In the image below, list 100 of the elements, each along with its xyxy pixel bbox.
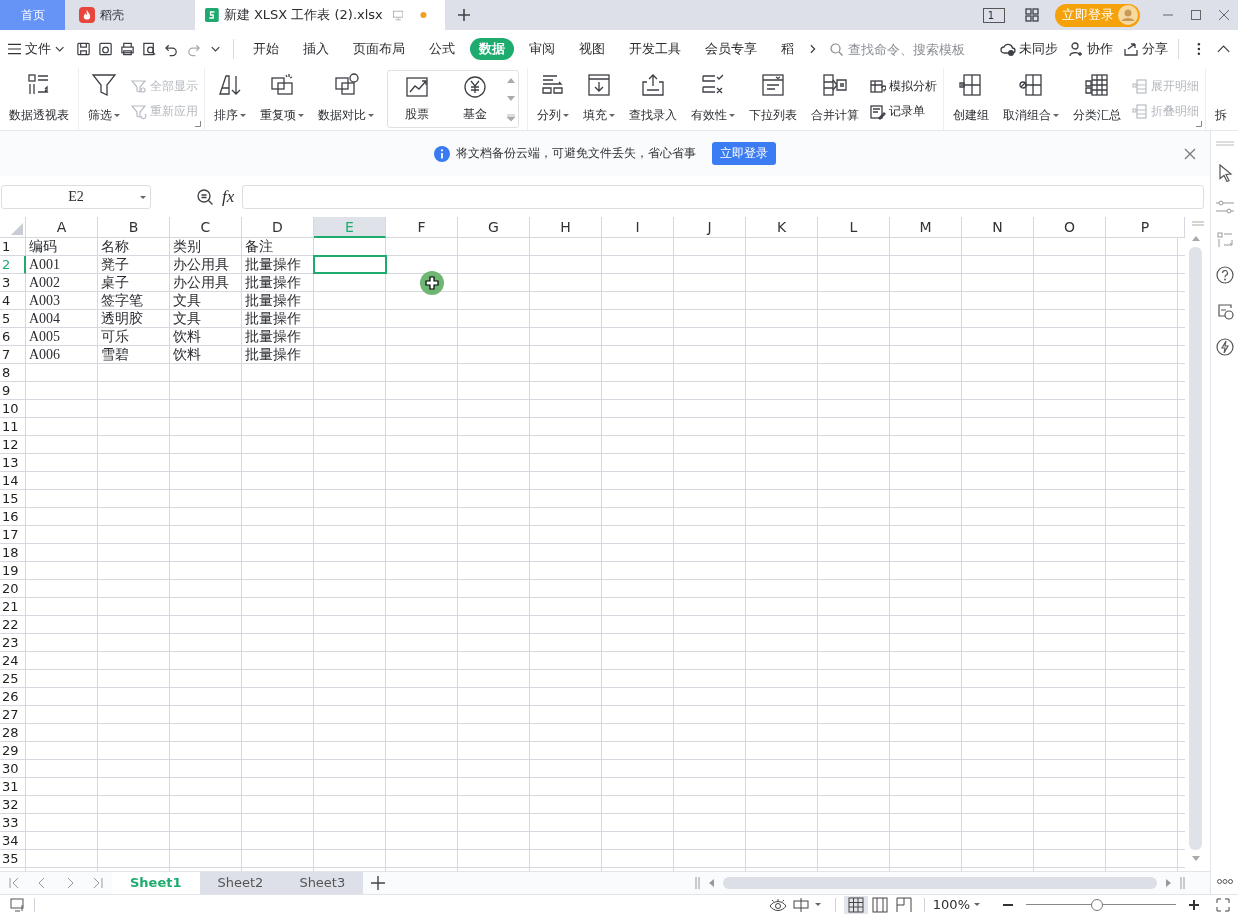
pointer-icon[interactable] xyxy=(1216,164,1233,182)
name-box[interactable]: E2 xyxy=(1,184,151,209)
toolbar-button[interactable]: 未同步 xyxy=(1000,40,1059,58)
menu-tab[interactable]: 审阅 xyxy=(519,38,564,60)
scroll-down-icon[interactable] xyxy=(1191,856,1200,861)
drag-handle-icon[interactable] xyxy=(1215,141,1234,146)
sheet-tab[interactable]: Sheet3 xyxy=(281,872,364,894)
ribbon-button[interactable]: 筛选 xyxy=(81,68,127,130)
print-preview-icon[interactable] xyxy=(141,41,157,57)
ribbon-button[interactable]: 填充 xyxy=(576,68,622,130)
ribbon-button[interactable]: 创建组 xyxy=(946,68,996,130)
view-button[interactable] xyxy=(843,895,868,914)
column-header[interactable]: O xyxy=(1034,217,1106,238)
chevron-up-icon[interactable] xyxy=(1216,45,1231,53)
menu-tab[interactable]: 插入 xyxy=(293,38,338,60)
ribbon-button[interactable]: 有效性 xyxy=(684,68,742,130)
zoom-icon[interactable] xyxy=(196,187,214,206)
lightning-icon[interactable] xyxy=(1215,338,1234,356)
scrollbar-thumb[interactable] xyxy=(1189,247,1202,850)
column-header[interactable]: G xyxy=(458,217,530,238)
scroll-up-icon[interactable] xyxy=(507,77,515,83)
dialog-launcher-icon[interactable] xyxy=(1196,121,1202,127)
fullscreen-icon[interactable] xyxy=(1216,897,1230,912)
menu-tab[interactable]: 会员专享 xyxy=(695,38,766,60)
maximize-icon[interactable] xyxy=(1190,9,1202,21)
eye-icon[interactable] xyxy=(768,897,787,912)
more-icon[interactable] xyxy=(1197,42,1201,56)
menu-icon[interactable] xyxy=(8,43,22,55)
print-icon[interactable] xyxy=(119,41,135,57)
column-header[interactable]: M xyxy=(890,217,962,238)
split-handle-icon[interactable] xyxy=(1180,877,1185,889)
menu-tab[interactable]: 公式 xyxy=(419,38,464,60)
window-tab[interactable]: 稻壳 xyxy=(65,0,195,30)
zoom-in-icon[interactable] xyxy=(1188,898,1200,911)
column-header[interactable]: P xyxy=(1106,217,1185,238)
window-tab[interactable]: 新建 XLSX 工作表 (2).xlsx xyxy=(195,0,445,30)
layout-icon[interactable] xyxy=(792,897,809,912)
function-button[interactable]: fx xyxy=(222,186,235,207)
save-icon[interactable] xyxy=(75,41,91,57)
scroll-right-icon[interactable] xyxy=(1166,879,1171,887)
expand-more-icon[interactable] xyxy=(507,113,515,121)
ribbon-button[interactable]: 模拟分析 xyxy=(870,78,937,95)
menu-tab[interactable]: 稻 xyxy=(771,38,803,60)
sheet-tab[interactable]: Sheet2 xyxy=(199,872,282,894)
ribbon-button[interactable]: 下拉列表 xyxy=(742,68,804,130)
help-icon[interactable] xyxy=(1215,266,1234,284)
zoom-level[interactable]: 100% xyxy=(932,897,980,912)
image-tool-icon[interactable] xyxy=(1215,302,1234,320)
scroll-up-icon[interactable] xyxy=(1191,236,1200,241)
grid-apps-icon[interactable] xyxy=(1025,8,1039,22)
file-menu[interactable]: 文件 xyxy=(25,40,52,58)
ribbon-button[interactable]: 排序 xyxy=(207,68,253,130)
column-header[interactable]: F xyxy=(386,217,458,238)
ribbon-button[interactable]: 取消组合 xyxy=(996,68,1066,130)
column-header[interactable]: A xyxy=(26,217,98,238)
column-header[interactable]: B xyxy=(98,217,170,238)
first-sheet-icon[interactable] xyxy=(8,877,20,889)
ribbon-button[interactable]: 记录单 xyxy=(870,103,937,120)
add-sheet-icon[interactable] xyxy=(371,876,386,890)
ribbon-button[interactable]: 分类汇总 xyxy=(1066,68,1128,130)
chevron-right-icon[interactable] xyxy=(808,44,817,54)
login-button[interactable]: 立即登录 xyxy=(712,142,776,165)
dialog-launcher-icon[interactable] xyxy=(195,121,201,127)
split-handle-icon[interactable] xyxy=(1191,221,1204,226)
ribbon-button[interactable]: 拆 xyxy=(1208,68,1234,130)
ribbon-button[interactable]: 数据对比 xyxy=(311,68,381,130)
toolbar-button[interactable]: 分享 xyxy=(1123,40,1169,58)
macro-record-icon[interactable] xyxy=(10,897,26,912)
ribbon-button[interactable]: 合并计算 xyxy=(804,68,866,130)
scroll-down-icon[interactable] xyxy=(507,95,515,101)
column-header[interactable]: L xyxy=(818,217,890,238)
active-cell[interactable] xyxy=(313,255,387,274)
column-header[interactable]: H xyxy=(530,217,602,238)
scrollbar-thumb[interactable] xyxy=(723,877,1157,889)
chevron-down-icon[interactable] xyxy=(55,46,65,52)
caret-icon[interactable] xyxy=(814,903,821,906)
menu-tab[interactable]: 页面布局 xyxy=(343,38,414,60)
last-sheet-icon[interactable] xyxy=(92,877,104,889)
column-header[interactable]: I xyxy=(602,217,674,238)
ribbon-button[interactable]: 查找录入 xyxy=(622,68,684,130)
column-header[interactable]: N xyxy=(962,217,1034,238)
plus-icon[interactable] xyxy=(457,8,471,22)
toolbar-button[interactable]: 协作 xyxy=(1068,40,1114,58)
formula-input[interactable] xyxy=(242,184,1204,209)
menu-tab[interactable]: 开始 xyxy=(243,38,288,60)
caret-icon[interactable] xyxy=(140,195,146,199)
ribbon-button[interactable]: 分列 xyxy=(530,68,576,130)
scroll-left-icon[interactable] xyxy=(709,879,714,887)
gallery-item[interactable]: 股票 xyxy=(388,71,446,127)
menu-tab[interactable]: 视图 xyxy=(569,38,614,60)
ribbon-button[interactable]: 数据透视表 xyxy=(2,68,76,130)
page-count-icon[interactable]: 1 xyxy=(982,7,1005,23)
column-header[interactable]: K xyxy=(746,217,818,238)
slider-thumb[interactable] xyxy=(1090,898,1103,911)
search-field[interactable]: 查找命令、搜索模板 xyxy=(830,40,991,58)
sliders-icon[interactable] xyxy=(1215,200,1234,214)
split-handle-icon[interactable] xyxy=(695,877,700,889)
ribbon-button[interactable]: 重复项 xyxy=(253,68,311,130)
gallery-item[interactable]: 基金 xyxy=(446,71,504,127)
close-icon[interactable] xyxy=(1218,9,1230,21)
